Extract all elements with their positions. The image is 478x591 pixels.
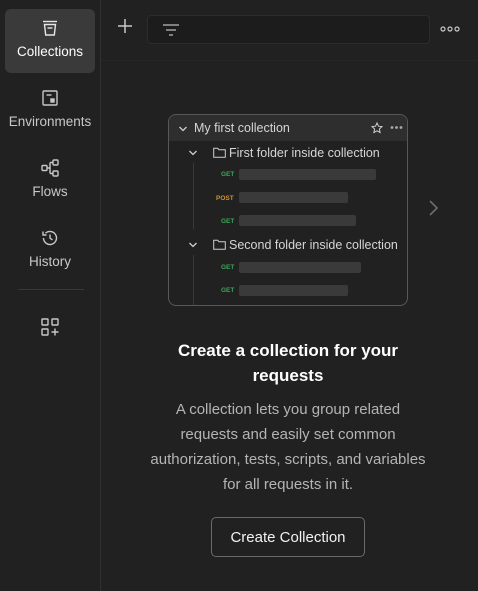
- sidebar-item-label: Environments: [8, 114, 92, 129]
- method-badge: GET: [221, 264, 235, 271]
- sidebar-divider: [18, 289, 84, 290]
- sidebar: Collections Environments Flows History: [0, 0, 101, 591]
- sidebar-item-label: History: [28, 254, 71, 269]
- more-icon: [440, 19, 460, 37]
- folder-name: Second folder inside collection: [229, 238, 398, 252]
- sidebar-item-label: Collections: [16, 44, 84, 59]
- empty-state-title: Create a collection for your requests: [177, 341, 399, 385]
- folder-icon: [213, 239, 226, 250]
- empty-state-description: A collection lets you group related requ…: [150, 401, 426, 493]
- tree-guide: [193, 163, 194, 229]
- method-badge: POST: [216, 195, 234, 202]
- chevron-right-icon[interactable]: [426, 198, 440, 218]
- history-icon: [39, 227, 61, 249]
- request-placeholder: [239, 192, 348, 203]
- star-icon: [371, 122, 383, 134]
- toolbar-divider: [101, 60, 478, 61]
- sidebar-item-history[interactable]: History: [5, 219, 95, 283]
- flows-icon: [39, 157, 61, 179]
- filter-icon: [162, 21, 180, 39]
- filter-input[interactable]: [147, 15, 430, 44]
- chevron-down-icon: [189, 242, 197, 248]
- sidebar-item-environments[interactable]: Environments: [5, 79, 95, 143]
- create-collection-button[interactable]: Create Collection: [211, 517, 365, 557]
- request-placeholder: [239, 215, 356, 226]
- method-badge: GET: [221, 287, 235, 294]
- sidebar-item-collections[interactable]: Collections: [5, 9, 95, 73]
- sidebar-item-label: Flows: [32, 184, 68, 199]
- tree-guide: [193, 255, 194, 305]
- method-badge: GET: [221, 171, 235, 178]
- sidebar-item-flows[interactable]: Flows: [5, 149, 95, 213]
- collections-toolbar: [101, 0, 478, 60]
- plus-icon: [116, 17, 134, 40]
- request-placeholder: [239, 262, 361, 273]
- collection-illustration: My first collection First folder inside …: [168, 114, 408, 306]
- chevron-down-icon: [189, 150, 197, 156]
- collections-icon: [39, 17, 61, 39]
- more-icon: [390, 126, 403, 129]
- chevron-down-icon: [179, 126, 187, 132]
- environments-icon: [39, 87, 61, 109]
- new-collection-button[interactable]: [113, 16, 137, 40]
- configure-sidebar-button[interactable]: [35, 314, 65, 344]
- folder-icon: [213, 147, 226, 158]
- more-options-button[interactable]: [437, 16, 463, 40]
- method-badge: GET: [221, 218, 235, 225]
- request-placeholder: [239, 169, 376, 180]
- request-placeholder: [239, 285, 348, 296]
- folder-name: First folder inside collection: [229, 146, 380, 160]
- collection-name: My first collection: [194, 121, 290, 135]
- add-workbench-icon: [40, 317, 60, 342]
